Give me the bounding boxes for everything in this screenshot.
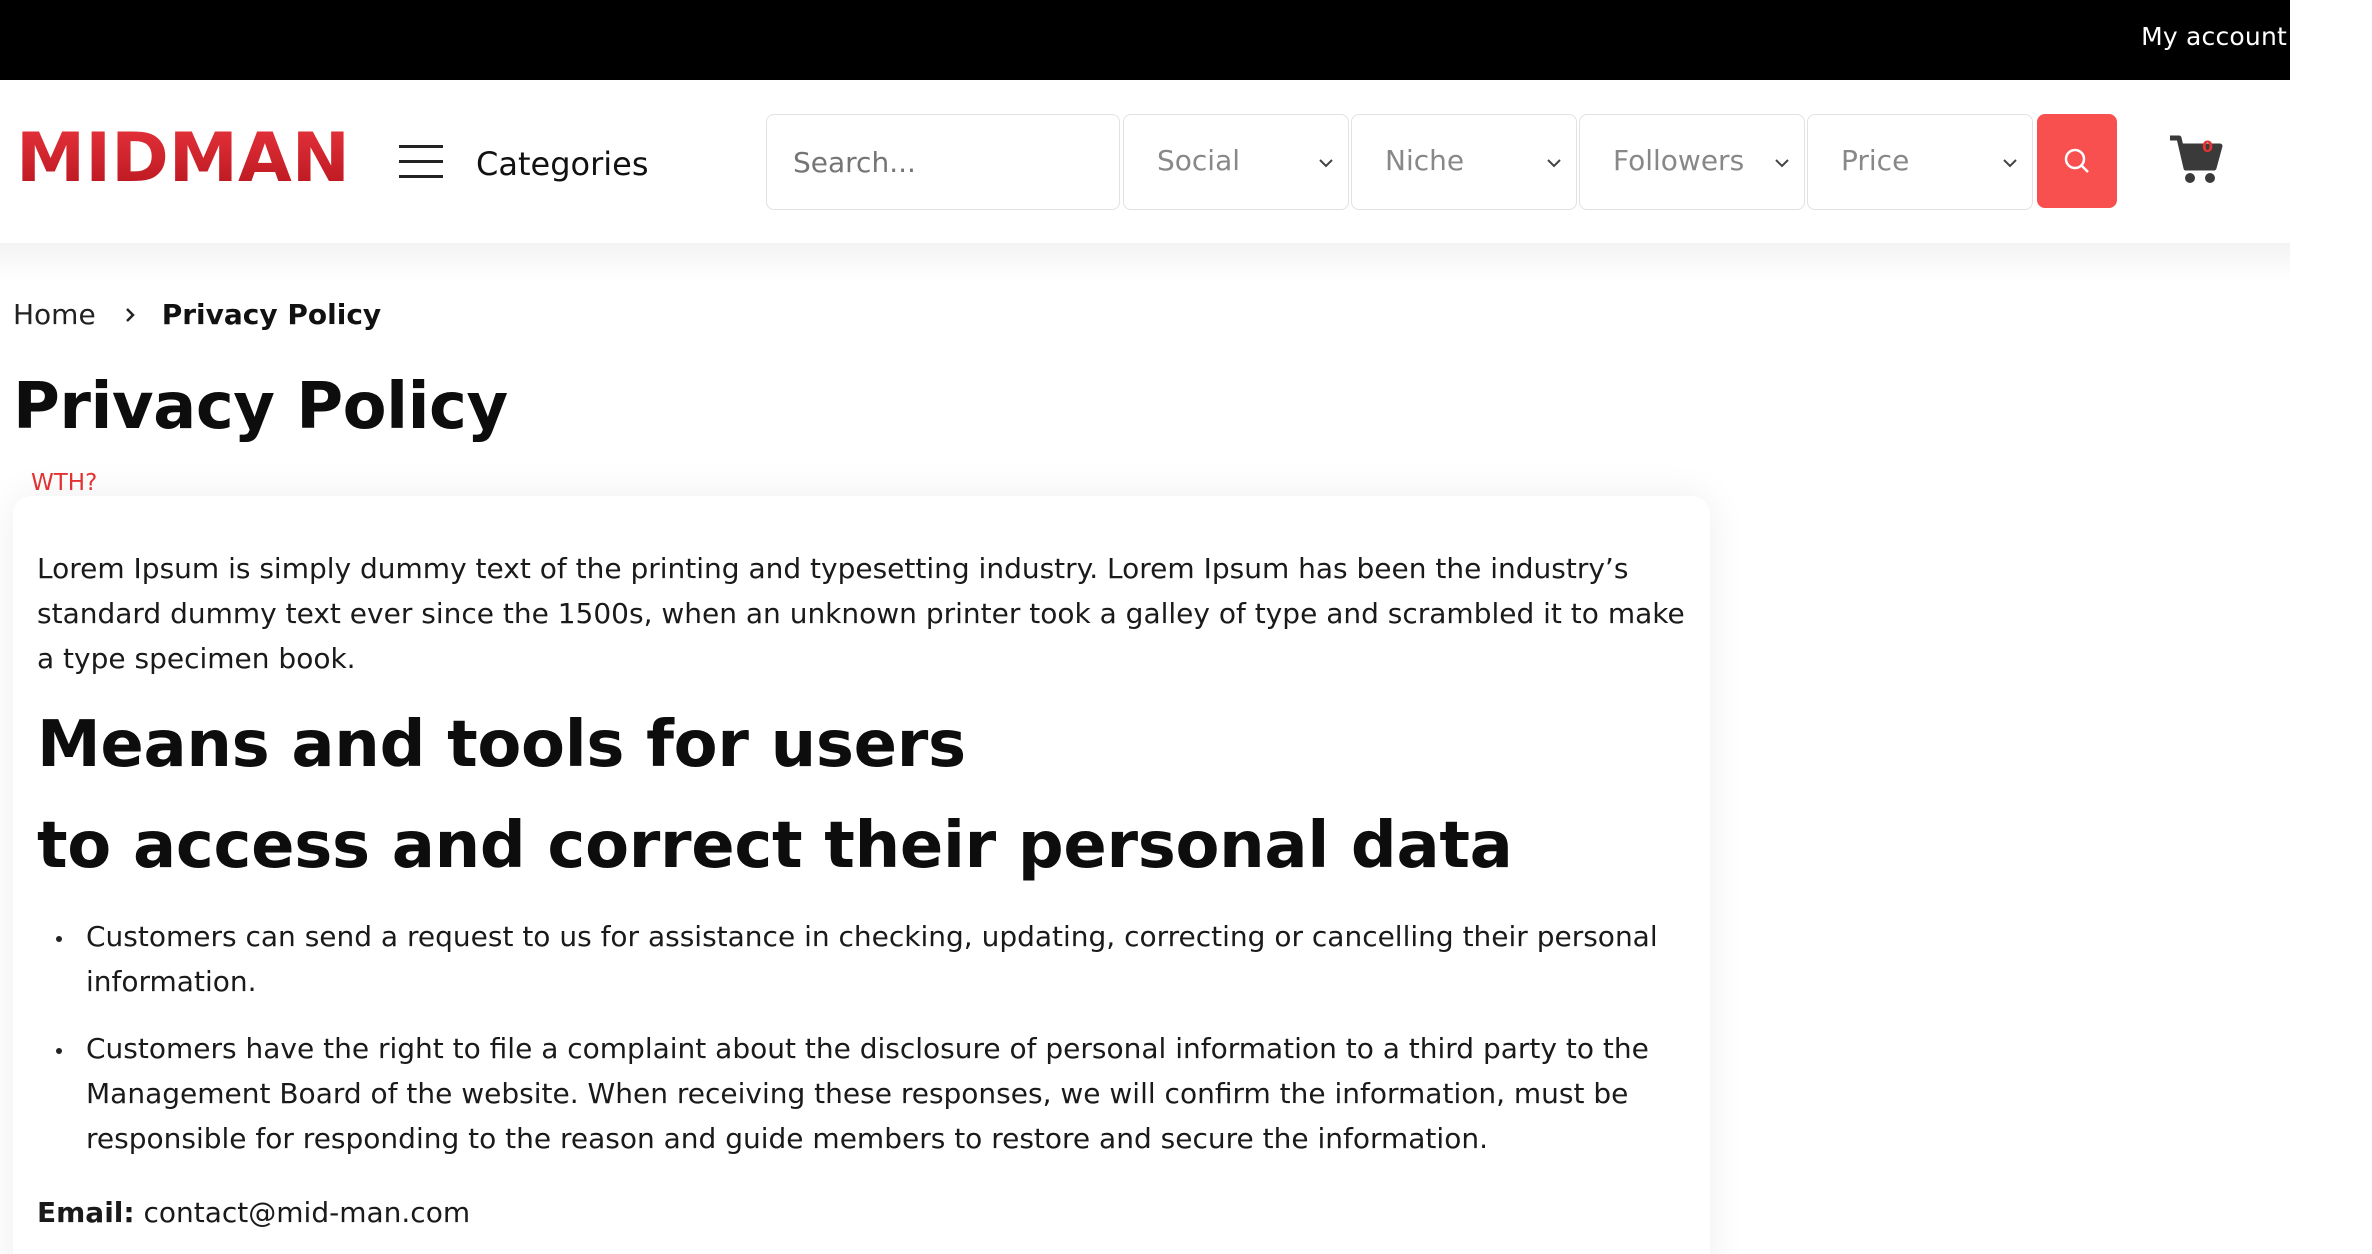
price-select[interactable]: Price [1807,114,2033,210]
page-title: Privacy Policy [13,370,508,444]
email-label: Email: [37,1196,135,1229]
cart-icon[interactable] [2168,132,2224,188]
bullet-dot-icon [56,1048,62,1054]
email-line: Email: contact@mid-man.com [37,1196,470,1229]
bullet-dot-icon [56,936,62,942]
followers-select-label: Followers [1613,144,1745,177]
logo-text: MIDMAN [16,123,350,187]
niche-select[interactable]: Niche [1351,114,1577,210]
niche-select-label: Niche [1385,144,1465,177]
content-card: Lorem Ipsum is simply dummy text of the … [13,496,1710,1254]
list-item-text: Customers can send a request to us for a… [86,920,1658,998]
email-address[interactable]: contact@mid-man.com [144,1196,471,1229]
social-select[interactable]: Social [1123,114,1349,210]
bullet-list: Customers can send a request to us for a… [37,914,1697,1183]
header-shadow [0,243,2290,283]
section-heading-line-1: Means and tools for users [37,708,966,782]
intro-paragraph: Lorem Ipsum is simply dummy text of the … [37,552,1685,675]
chevron-right-icon [125,307,135,322]
breadcrumb-home-link[interactable]: Home [13,298,96,331]
breadcrumb: Home Privacy Policy [13,298,381,331]
list-item: Customers can send a request to us for a… [37,914,1697,1004]
chevron-down-icon [1547,159,1561,168]
categories-label[interactable]: Categories [476,145,648,183]
breadcrumb-current: Privacy Policy [161,298,382,331]
section-heading-line-2: to access and correct their personal dat… [37,809,1513,883]
midman-logo[interactable]: MIDMAN [16,123,350,187]
hamburger-menu-icon[interactable] [399,145,443,181]
note-label: WTH? [31,470,98,496]
list-item: Customers have the right to file a compl… [37,1026,1697,1161]
search-icon [2064,148,2089,173]
chevron-down-icon [1319,159,1333,168]
price-select-label: Price [1841,144,1910,177]
chevron-down-icon [2003,159,2017,168]
search-button[interactable] [2037,114,2117,208]
followers-select[interactable]: Followers [1579,114,1805,210]
site-header: MIDMAN Categories Social Niche Followers… [0,80,2290,243]
list-item-text: Customers have the right to file a compl… [86,1032,1649,1155]
top-bar: My account [0,0,2290,80]
cart-count-badge: 0 [2202,137,2214,156]
social-select-label: Social [1157,144,1241,177]
search-input[interactable] [766,114,1120,210]
chevron-down-icon [1775,159,1789,168]
my-account-link[interactable]: My account [2141,22,2287,51]
